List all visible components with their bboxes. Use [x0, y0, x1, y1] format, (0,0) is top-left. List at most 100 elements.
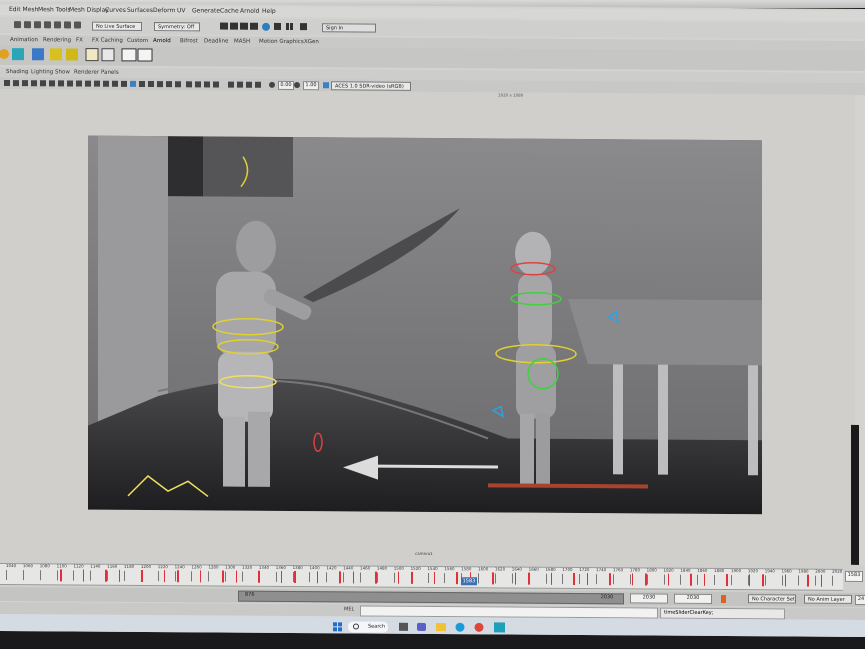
depth-of-field-icon[interactable]	[175, 81, 181, 88]
keyframe-marker[interactable]	[784, 574, 786, 587]
keyframe-marker[interactable]	[141, 569, 143, 582]
windows-start-icon[interactable]	[333, 622, 342, 632]
file-explorer-icon[interactable]	[436, 623, 446, 632]
arnold-light-icon[interactable]	[0, 49, 9, 60]
exposure-field[interactable]: 0.00	[278, 80, 294, 91]
keyframe-marker[interactable]	[316, 571, 318, 584]
keyframe-marker[interactable]	[411, 571, 413, 584]
arnold-area-light-icon[interactable]	[50, 48, 62, 61]
color-management-icon[interactable]	[323, 82, 329, 89]
keyframe-marker[interactable]	[820, 574, 822, 587]
current-frame-field[interactable]: 1583	[845, 570, 863, 583]
menu-generate[interactable]: Generate	[192, 6, 220, 16]
camera-attributes-icon[interactable]	[4, 80, 10, 87]
anim-layer-dropdown[interactable]: No Anim Layer	[804, 594, 852, 604]
keyframe-marker[interactable]	[352, 571, 354, 584]
pause-icon[interactable]	[286, 22, 289, 30]
keyframe-marker[interactable]	[456, 572, 458, 585]
render-view-icon[interactable]	[274, 22, 281, 30]
menu-arnold[interactable]: Arnold	[240, 7, 259, 17]
arnold-render-icon[interactable]	[262, 22, 270, 31]
command-language-label[interactable]: MEL	[344, 606, 354, 612]
chrome-icon[interactable]	[474, 622, 484, 632]
keyframe-marker[interactable]	[645, 573, 647, 586]
keyframe-marker[interactable]	[294, 571, 296, 584]
smooth-shade-icon[interactable]	[103, 80, 109, 87]
task-view-icon[interactable]	[399, 622, 408, 631]
keyframe-marker[interactable]	[258, 570, 260, 583]
keyframe-marker[interactable]	[690, 573, 692, 586]
symmetry-dropdown[interactable]: Symmetry: Off	[154, 22, 200, 32]
keyframe-marker[interactable]	[528, 572, 530, 585]
panel-menu-panels[interactable]: Panels	[101, 68, 119, 78]
keyframe-marker[interactable]	[703, 573, 705, 586]
menu-surfaces[interactable]: Surfaces	[127, 6, 153, 16]
select-tool-icon[interactable]	[14, 21, 21, 29]
snapshot-icon[interactable]	[246, 81, 252, 88]
fps-field[interactable]: 24	[855, 594, 865, 606]
motion-blur-icon[interactable]	[157, 81, 163, 88]
menu-deform[interactable]: Deform	[153, 6, 175, 16]
chat-icon[interactable]	[417, 622, 426, 631]
keyframe-marker[interactable]	[105, 569, 107, 582]
arnold-shader-icon[interactable]	[85, 48, 99, 62]
shelf-tab-xgen[interactable]: XGen	[304, 37, 319, 47]
snap-curve-icon[interactable]	[34, 21, 41, 29]
keyframe-marker[interactable]	[550, 572, 552, 585]
playblast-icon[interactable]	[255, 81, 261, 88]
arnold-photometric-icon[interactable]	[66, 48, 78, 61]
grid-icon[interactable]	[31, 80, 37, 87]
keyframe-marker[interactable]	[807, 574, 809, 587]
shelf-tab-fx[interactable]: FX	[76, 36, 83, 46]
shelf-tab-deadline[interactable]: Deadline	[204, 36, 228, 46]
textured-icon[interactable]	[121, 80, 127, 87]
side-panel-strip[interactable]	[851, 424, 859, 565]
panel-menu-lighting[interactable]: Lighting	[31, 67, 53, 77]
live-surface-dropdown[interactable]: No Live Surface	[92, 21, 142, 31]
camera-bookmark-icon[interactable]	[13, 80, 19, 87]
shelf-tab-animation[interactable]: Animation	[10, 35, 38, 45]
snap-view-icon[interactable]	[54, 21, 61, 29]
keyframe-marker[interactable]	[631, 573, 633, 586]
safe-action-icon[interactable]	[76, 80, 82, 87]
shelf-tab-bifrost[interactable]: Bifrost	[180, 36, 198, 46]
viewport-panel[interactable]: 1920 x 1080 camera1	[0, 88, 859, 565]
menu-mesh-display[interactable]: Mesh Display	[69, 5, 109, 15]
menu-mesh-tools[interactable]: Mesh Tools	[38, 5, 70, 15]
keyframe-marker[interactable]	[118, 569, 120, 582]
keyframe-marker[interactable]	[726, 574, 728, 587]
keyframe-marker[interactable]	[163, 570, 165, 583]
keyframe-marker[interactable]	[222, 570, 224, 583]
lighting-icon[interactable]	[130, 80, 136, 87]
safe-title-icon[interactable]	[85, 80, 91, 87]
keyframe-marker[interactable]	[235, 570, 237, 583]
keyframe-marker[interactable]	[280, 570, 282, 583]
ambient-occlusion-icon[interactable]	[148, 81, 154, 88]
hypershade-icon[interactable]	[250, 22, 258, 30]
menu-uv[interactable]: UV	[177, 6, 186, 16]
render-icon[interactable]	[220, 22, 228, 30]
keyframe-marker[interactable]	[82, 569, 84, 582]
arnold-play-icon[interactable]	[137, 48, 153, 62]
arnold-mesh-light-icon[interactable]	[32, 48, 44, 61]
toggle-panel-icon[interactable]	[300, 23, 307, 31]
shelf-tab-mash[interactable]: MASH	[234, 37, 250, 47]
keyframe-marker[interactable]	[339, 571, 341, 584]
keyframe-marker[interactable]	[514, 572, 516, 585]
keyframe-marker[interactable]	[573, 572, 575, 585]
keyframe-marker[interactable]	[762, 574, 764, 587]
keyframe-marker[interactable]	[375, 571, 377, 584]
shelf-tab-custom[interactable]: Custom	[127, 36, 148, 46]
character-set-dropdown[interactable]: No Character Set	[748, 594, 796, 604]
keyframe-marker[interactable]	[177, 570, 179, 583]
keyframe-marker[interactable]	[492, 572, 494, 585]
menu-curves[interactable]: Curves	[105, 6, 126, 16]
film-gate-icon[interactable]	[40, 80, 46, 87]
image-plane-icon[interactable]	[22, 80, 28, 87]
current-frame-marker[interactable]: 1583	[461, 577, 477, 586]
animation-end-field[interactable]: 2030	[674, 593, 712, 604]
range-slider-bar[interactable]	[238, 590, 624, 605]
hud-icon[interactable]	[228, 81, 234, 88]
keyframe-marker[interactable]	[586, 573, 588, 586]
keyframe-marker[interactable]	[60, 569, 62, 582]
